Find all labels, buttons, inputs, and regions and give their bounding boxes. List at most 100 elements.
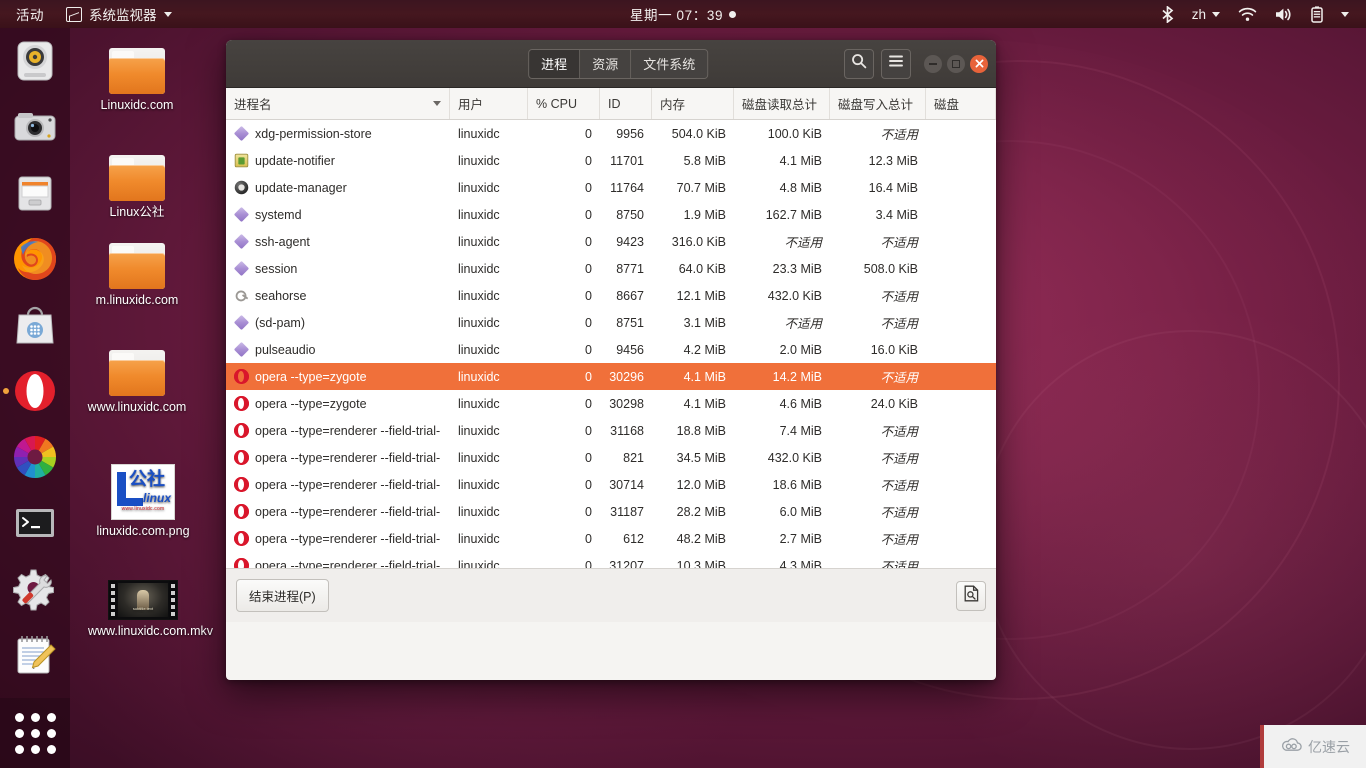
process-table-body[interactable]: xdg-permission-store linuxidc 0 9956 504.0 K… xyxy=(226,120,996,568)
table-row[interactable]: opera --type=renderer --field-trial-linu… xyxy=(226,525,996,552)
menu-button[interactable] xyxy=(881,48,911,79)
column-header-process-name[interactable]: 进程名 xyxy=(226,88,450,119)
table-row[interactable]: opera --type=renderer --field-trial-linu… xyxy=(226,498,996,525)
opera-icon xyxy=(234,558,249,568)
maximize-button[interactable] xyxy=(947,54,965,73)
desktop-icon-www-linuxidc-com[interactable]: www.linuxidc.com xyxy=(82,350,192,415)
column-header-user[interactable]: 用户 xyxy=(450,88,528,119)
cell-cpu: 0 xyxy=(585,315,592,330)
cell-process-name: opera --type=renderer --field-trial- xyxy=(226,531,450,546)
window-titlebar[interactable]: 进程 资源 文件系统 xyxy=(226,40,996,88)
cell-user: linuxidc xyxy=(458,288,500,303)
launcher-item-camera[interactable] xyxy=(0,94,70,160)
table-row[interactable]: update-notifier linuxidc 0 11701 5.8 MiB 4.1 … xyxy=(226,147,996,174)
app-menu-button[interactable]: 系统监视器 xyxy=(56,4,182,24)
table-row[interactable]: xdg-permission-store linuxidc 0 9956 504.0 K… xyxy=(226,120,996,147)
table-row[interactable]: pulseaudio linuxidc 0 9456 4.2 MiB 2.0 MiB 16.… xyxy=(226,336,996,363)
cell-memory: 4.2 MiB xyxy=(683,342,726,357)
desktop-icon-linuxidc-com[interactable]: Linuxidc.com xyxy=(82,48,192,113)
column-header-disk-read-total[interactable]: 磁盘读取总计 xyxy=(734,88,830,119)
cell-cpu: 0 xyxy=(585,369,592,384)
tab-filesystems[interactable]: 文件系统 xyxy=(631,49,708,78)
table-row[interactable]: (sd-pam) linuxidc 0 8751 3.1 MiB 不适用 不适用 xyxy=(226,309,996,336)
table-row[interactable]: seahorse linuxidc 0 8667 12.1 MiB 432.0 KiB 不适… xyxy=(226,282,996,309)
end-process-button[interactable]: 结束进程(P) xyxy=(236,579,329,612)
cell-process-name: session xyxy=(226,261,450,276)
column-header-id[interactable]: ID xyxy=(600,88,652,119)
desktop-icon-linuxidc-png[interactable]: 公社 linux www.linuxidc.com linuxidc.com.p… xyxy=(88,464,198,539)
table-row[interactable]: ssh-agent linuxidc 0 9423 316.0 KiB 不适用 不适用 xyxy=(226,228,996,255)
table-row[interactable]: opera --type=renderer --field-trial-linu… xyxy=(226,552,996,568)
cell-disk-write: 508.0 KiB xyxy=(863,261,918,276)
launcher-item-firefox[interactable] xyxy=(0,226,70,292)
cell-disk-read: 2.0 MiB xyxy=(779,342,822,357)
column-label: 磁盘读取总计 xyxy=(742,98,818,112)
cell-cpu: 0 xyxy=(585,504,592,519)
close-button[interactable] xyxy=(970,54,988,73)
system-tray: zh xyxy=(1152,0,1366,28)
cell-disk-write: 不适用 xyxy=(880,317,918,331)
table-row[interactable]: opera --type=renderer --field-trial-linu… xyxy=(226,417,996,444)
launcher-item-color-picker[interactable] xyxy=(0,424,70,490)
column-label: 磁盘 xyxy=(934,98,960,112)
system-menu-caret[interactable] xyxy=(1332,11,1358,17)
diamond-icon xyxy=(233,126,250,141)
tab-resources[interactable]: 资源 xyxy=(580,49,632,78)
opera-icon xyxy=(234,504,249,519)
table-row[interactable]: opera --type=zygote linuxidc 0 30296 4.1 MiB… xyxy=(226,363,996,390)
cell-id: 8751 xyxy=(616,315,644,330)
minimize-button[interactable] xyxy=(924,54,942,73)
process-properties-button[interactable] xyxy=(956,580,986,611)
column-header-cpu[interactable]: % CPU xyxy=(528,88,600,119)
cell-process-name: update-manager xyxy=(226,180,450,195)
column-label: 用户 xyxy=(458,98,484,112)
column-header-disk-write-total[interactable]: 磁盘写入总计 xyxy=(830,88,926,119)
launcher-item-opera[interactable] xyxy=(0,358,70,424)
cell-disk-write: 16.4 MiB xyxy=(868,180,918,195)
launcher-item-files[interactable] xyxy=(0,160,70,226)
desktop-icon-linuxidc-mkv[interactable]: subtitle text www.linuxidc.com.mkv xyxy=(88,580,213,639)
column-header-disk[interactable]: 磁盘 xyxy=(926,88,996,119)
cell-memory: 504.0 KiB xyxy=(671,126,726,141)
volume-icon[interactable] xyxy=(1266,7,1302,22)
process-name-label: opera --type=renderer --field-trial- xyxy=(255,423,441,438)
tab-processes[interactable]: 进程 xyxy=(529,49,581,78)
launcher-item-system-settings[interactable] xyxy=(0,556,70,622)
column-header-memory[interactable]: 内存 xyxy=(652,88,734,119)
table-row[interactable]: opera --type=renderer --field-trial-linu… xyxy=(226,471,996,498)
cell-disk-write: 不适用 xyxy=(880,425,918,439)
cell-disk-write: 不适用 xyxy=(880,236,918,250)
folder-icon xyxy=(109,243,165,289)
file-manager-icon xyxy=(11,169,59,217)
launcher-item-terminal[interactable] xyxy=(0,490,70,556)
app-menu-label: 系统监视器 xyxy=(89,8,157,23)
table-row[interactable]: update-manager linuxidc 0 11764 70.7 MiB 4.8 … xyxy=(226,174,996,201)
cell-disk-read: 4.6 MiB xyxy=(779,396,822,411)
search-button[interactable] xyxy=(844,48,874,79)
cell-user: linuxidc xyxy=(458,315,500,330)
cell-user: linuxidc xyxy=(458,207,500,222)
launcher-item-rhythmbox[interactable] xyxy=(0,28,70,94)
process-name-label: seahorse xyxy=(255,288,307,303)
launcher-item-text-editor[interactable] xyxy=(0,622,70,688)
desktop-icon-m-linuxidc-com[interactable]: m.linuxidc.com xyxy=(82,243,192,308)
process-name-label: ssh-agent xyxy=(255,234,310,249)
cloud-icon xyxy=(1280,737,1304,756)
folder-icon xyxy=(109,350,165,396)
table-row[interactable]: opera --type=zygote linuxidc 0 30298 4.1 MiB… xyxy=(226,390,996,417)
table-row[interactable]: opera --type=renderer --field-trial-linu… xyxy=(226,444,996,471)
cell-memory: 4.1 MiB xyxy=(683,396,726,411)
table-row[interactable]: systemd linuxidc 0 8750 1.9 MiB 162.7 MiB 3.4 … xyxy=(226,201,996,228)
activities-button[interactable]: 活动 xyxy=(0,4,56,24)
wifi-icon[interactable] xyxy=(1229,7,1266,22)
table-row[interactable]: session linuxidc 0 8771 64.0 KiB 23.3 MiB 508.… xyxy=(226,255,996,282)
process-name-label: opera --type=zygote xyxy=(255,369,367,384)
cell-cpu: 0 xyxy=(585,396,592,411)
desktop-icon-linux-gongshe[interactable]: Linux公社 xyxy=(82,155,192,220)
show-applications-button[interactable] xyxy=(0,698,70,768)
battery-icon[interactable] xyxy=(1302,5,1332,23)
launcher-item-software-center[interactable] xyxy=(0,292,70,358)
clock-button[interactable]: 星期一 07：39 xyxy=(553,4,813,24)
bluetooth-icon[interactable] xyxy=(1152,5,1183,23)
input-method-indicator[interactable]: zh xyxy=(1183,7,1229,22)
